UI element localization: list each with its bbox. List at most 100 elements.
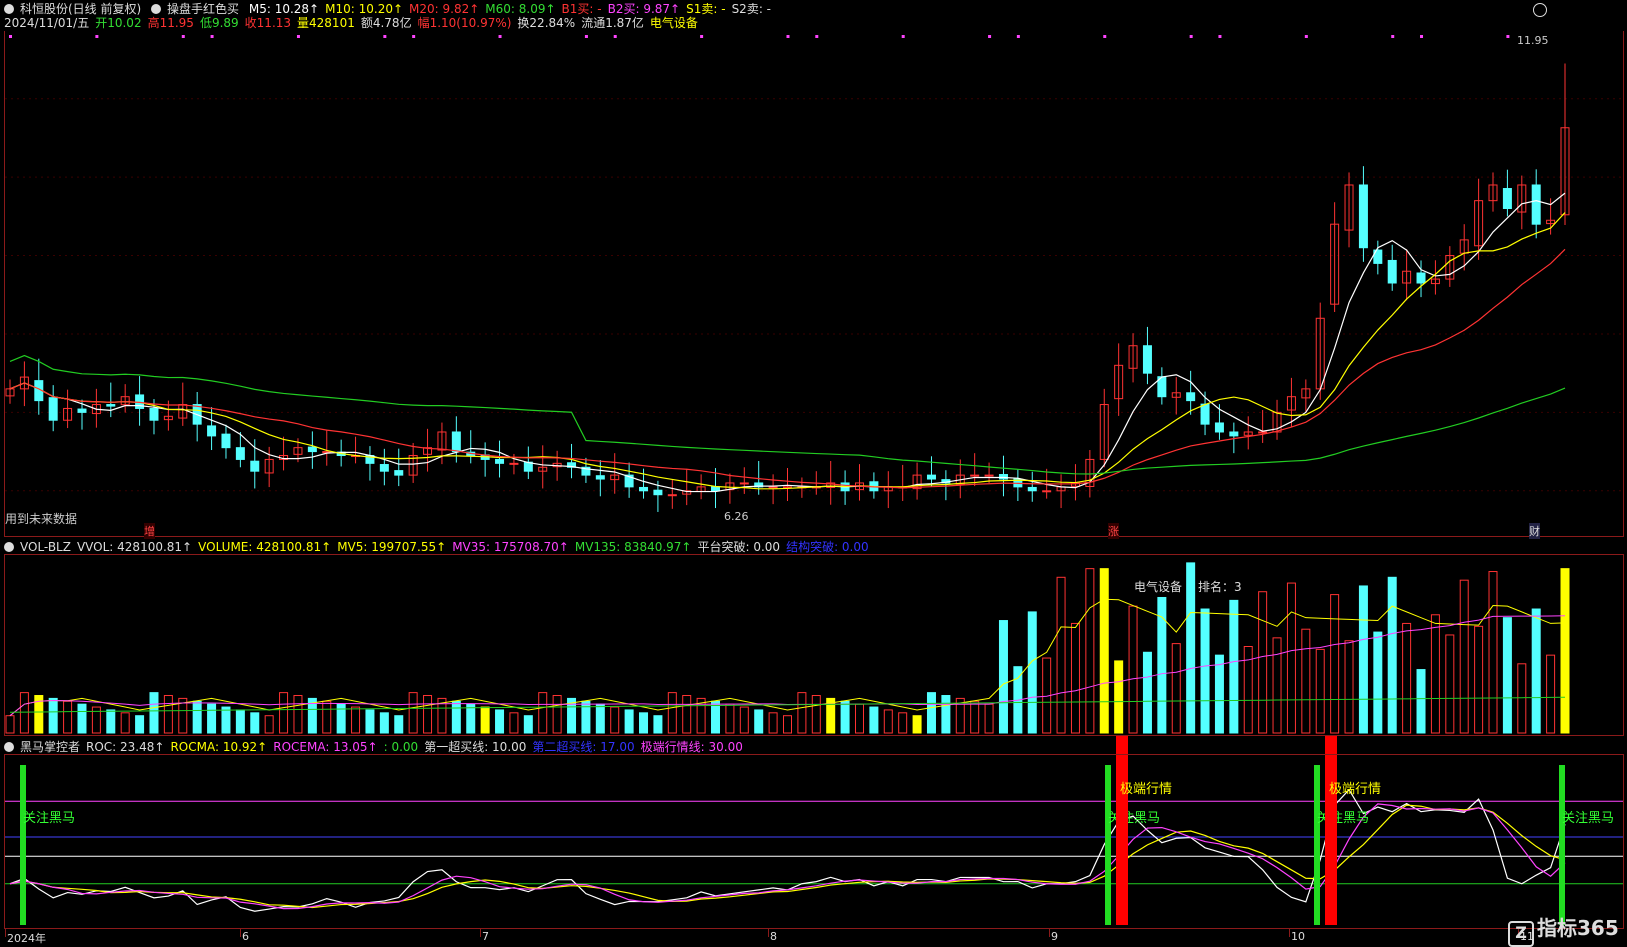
- volume-value-0: VVOL: 428100.81↑: [76, 540, 193, 554]
- volume-value-6: 结构突破: 0.00: [786, 540, 869, 554]
- candle-body-82: [1186, 392, 1196, 402]
- candle-body-27: [394, 470, 404, 476]
- volume-dot-icon[interactable]: [4, 542, 14, 552]
- volume-name: VOL-BLZ: [20, 540, 71, 554]
- signal-dot-20: [296, 35, 300, 38]
- candle-body-44: [639, 486, 649, 492]
- rank-text: 排名：: [1198, 580, 1235, 594]
- sector-name: 电气设备: [1134, 580, 1183, 594]
- rank-label: 排名：3: [1198, 578, 1242, 595]
- candle-body-31: [451, 431, 461, 453]
- candle-body-96: [1387, 259, 1397, 284]
- signal-dot-28: [412, 35, 416, 38]
- future-data-note: 用到未来数据: [5, 512, 78, 526]
- signal-dot-90: [1304, 35, 1308, 38]
- candle-body-7: [106, 404, 116, 407]
- signal-dot-82: [1189, 35, 1193, 38]
- roc-frame: [4, 754, 1624, 929]
- candle-body-46: [667, 494, 677, 497]
- rank-value: 3: [1234, 580, 1242, 594]
- candle-body-10: [149, 407, 159, 421]
- logo-z-icon: Z: [1508, 921, 1534, 947]
- x-axis-label-4: 9: [1051, 930, 1058, 943]
- candle-body-72: [1042, 490, 1052, 493]
- candle-body-67: [970, 474, 980, 477]
- volume-frame: [4, 554, 1624, 736]
- signal-dot-62: [901, 35, 905, 38]
- candle-body-53: [768, 486, 778, 489]
- candle-body-15: [221, 433, 231, 449]
- signal-dot-68: [988, 35, 992, 38]
- volume-value-2: MV5: 199707.55↑: [337, 540, 447, 554]
- signal-dot-34: [498, 35, 502, 38]
- candle-body-41: [595, 475, 605, 480]
- volume-value-3: MV35: 175708.70↑: [452, 540, 569, 554]
- high-price-label: 11.95: [1517, 34, 1549, 47]
- candle-body-16: [235, 447, 245, 460]
- x-axis-tick-0: [5, 929, 6, 937]
- candle-body-83: [1200, 403, 1210, 425]
- volume-value-4: MV135: 83840.97↑: [574, 540, 692, 554]
- candle-body-64: [926, 474, 936, 480]
- candle-body-71: [1027, 486, 1037, 492]
- x-axis-tick-3: [768, 929, 769, 937]
- candle-body-85: [1229, 431, 1239, 437]
- candle-body-17: [250, 460, 260, 472]
- signal-dot-0: [9, 35, 12, 38]
- candle-body-34: [495, 458, 505, 464]
- signal-dot-96: [1391, 35, 1395, 38]
- roc-value-3: : 0.00: [383, 740, 419, 754]
- candle-body-87: [1258, 431, 1268, 434]
- candle-body-3: [48, 397, 58, 421]
- signal-dot-104: [1506, 35, 1510, 38]
- candle-body-49: [711, 486, 721, 492]
- volume-value-1: VOLUME: 428100.81↑: [198, 540, 332, 554]
- candle-body-79: [1142, 345, 1152, 374]
- signal-dot-42: [613, 35, 617, 38]
- x-axis-tick-5: [1289, 929, 1290, 937]
- candle-body-5: [77, 408, 87, 413]
- roc-dot-icon[interactable]: [4, 742, 14, 752]
- volume-value-5: 平台突破: 0.00: [697, 540, 781, 554]
- x-axis-label-1: 6: [242, 930, 249, 943]
- candle-body-104: [1502, 188, 1512, 210]
- signal-dot-40: [584, 35, 588, 38]
- candle-body-51: [739, 482, 749, 485]
- candle-body-35: [509, 462, 519, 465]
- signal-dot-26: [383, 35, 387, 38]
- logo: Z 指标365: [1508, 912, 1619, 947]
- signal-dot-12: [181, 35, 185, 38]
- signal-dot-98: [1420, 35, 1424, 38]
- x-axis-label-3: 8: [770, 930, 777, 943]
- candle-body-98: [1416, 272, 1426, 284]
- roc-value-6: 极端行情线: 30.00: [640, 740, 743, 754]
- x-axis-label-5: 10: [1291, 930, 1305, 943]
- x-axis-label-2: 7: [482, 930, 489, 943]
- roc-value-5: 第二超买线: 17.00: [532, 740, 635, 754]
- event-marker-1[interactable]: 增: [144, 523, 155, 539]
- roc-value-4: 第一超买线: 10.00: [424, 740, 527, 754]
- event-marker-2[interactable]: 涨: [1108, 523, 1119, 539]
- x-axis-tick-1: [240, 929, 241, 937]
- ma5-line: [9, 192, 1566, 493]
- signal-dot-56: [815, 35, 819, 38]
- candle-body-94: [1358, 184, 1368, 249]
- event-marker-3[interactable]: 财: [1529, 523, 1540, 539]
- volume-header: VOL-BLZ VVOL: 428100.81↑ VOLUME: 428100.81…: [4, 540, 875, 554]
- signal-dot-70: [1016, 35, 1020, 38]
- candle-body-84: [1214, 422, 1224, 433]
- x-axis-tick-2: [480, 929, 481, 937]
- candle-body-68: [984, 474, 994, 477]
- candle-body-26: [379, 464, 389, 472]
- low-price-label: 6.26: [724, 510, 749, 523]
- candle-body-45: [653, 489, 663, 496]
- signal-dot-6: [95, 35, 99, 38]
- signal-dot-54: [786, 35, 790, 38]
- candle-body-21: [307, 446, 317, 453]
- signal-dot-14: [210, 35, 214, 38]
- signal-dot-84: [1218, 35, 1222, 38]
- x-axis-tick-4: [1049, 929, 1050, 937]
- candle-body-69: [998, 474, 1008, 480]
- signal-dot-76: [1103, 35, 1107, 38]
- candle-body-106: [1531, 184, 1541, 225]
